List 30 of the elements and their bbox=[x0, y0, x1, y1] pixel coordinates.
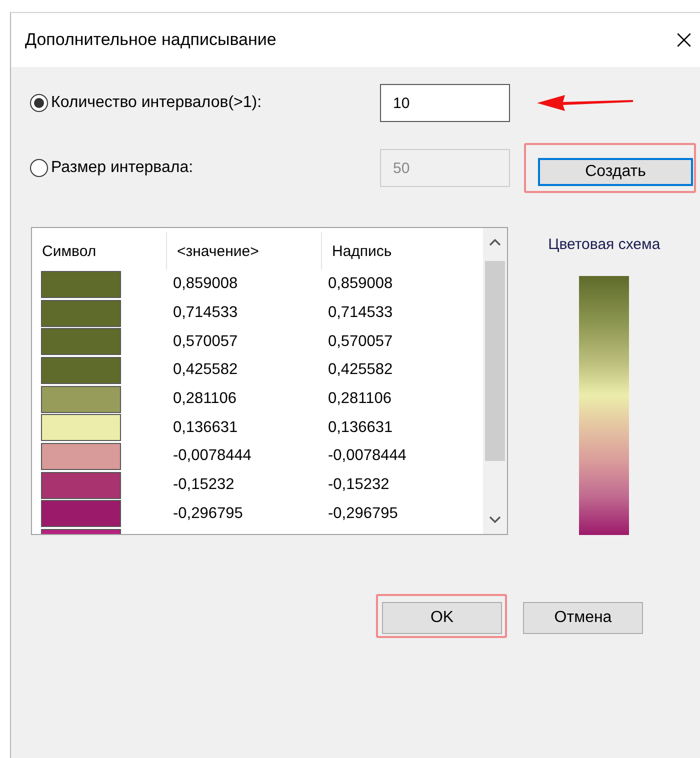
label-cell: 0,859008 bbox=[328, 275, 393, 294]
radio-button[interactable] bbox=[30, 94, 48, 112]
color-scheme-label: Цветовая схема bbox=[548, 236, 660, 253]
window-title: Дополнительное надписывание bbox=[25, 30, 276, 50]
value-cell: 0,859008 bbox=[173, 275, 238, 294]
value-cell: 0,570057 bbox=[173, 332, 238, 351]
ok-button[interactable]: OK bbox=[382, 602, 502, 634]
label-cell: 0,425582 bbox=[328, 361, 393, 380]
label-cell: 0,281106 bbox=[328, 390, 392, 408]
value-cell: -0,296795 bbox=[173, 504, 243, 523]
label-cell: 0,136631 bbox=[328, 418, 393, 437]
label-cell: 0,714533 bbox=[328, 304, 393, 322]
value-cell: -0,0078444 bbox=[173, 447, 252, 466]
value-cell: 0,281106 bbox=[173, 390, 236, 408]
scrollbar[interactable] bbox=[483, 228, 508, 534]
value-cell: 0,136631 bbox=[173, 418, 238, 437]
radio-label: Количество интервалов(>1): bbox=[51, 94, 262, 112]
value-cell: 0,714533 bbox=[173, 304, 238, 322]
cancel-button[interactable]: Отмена bbox=[523, 602, 643, 634]
column-header[interactable]: Надпись bbox=[332, 242, 392, 260]
input-field[interactable]: 10 bbox=[380, 84, 510, 122]
column-header[interactable]: <значение> bbox=[177, 242, 259, 260]
value-cell: -0,15232 bbox=[173, 476, 234, 494]
radio-label: Размер интервала: bbox=[51, 159, 194, 177]
label-cell: -0,15232 bbox=[328, 476, 390, 494]
value-cell: 0,425582 bbox=[173, 361, 238, 380]
label-cell: -0,296795 bbox=[328, 504, 398, 523]
column-header[interactable]: Символ bbox=[42, 242, 96, 260]
label-cell: -0,0078444 bbox=[328, 447, 406, 466]
label-cell: 0,570057 bbox=[328, 332, 393, 351]
